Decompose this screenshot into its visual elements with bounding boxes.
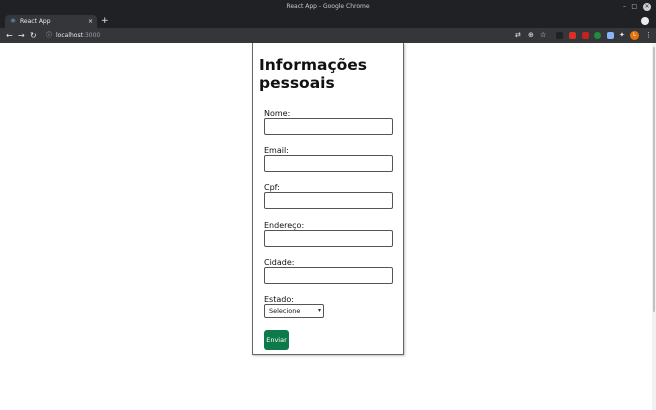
close-window-button[interactable]: × — [642, 0, 652, 14]
page-viewport: Informações pessoais Nome: Email: Cpf: E… — [0, 43, 656, 410]
minimize-button[interactable]: – — [623, 0, 626, 14]
bookmark-star-icon[interactable]: ☆ — [540, 28, 546, 43]
extension-dark-red-icon[interactable] — [582, 32, 589, 39]
tab-strip: ⚛ React App × + — [0, 14, 656, 28]
cpf-input[interactable] — [264, 192, 393, 209]
chrome-profile-dot-icon[interactable] — [641, 17, 649, 25]
city-input[interactable] — [264, 267, 393, 284]
state-select[interactable]: Selecione ▾ — [264, 304, 324, 318]
tab-title: React App — [20, 18, 51, 25]
reload-button[interactable]: ↻ — [30, 28, 37, 43]
chevron-down-icon: ▾ — [317, 307, 321, 314]
site-info-icon[interactable]: ⓘ — [46, 30, 52, 41]
back-button[interactable]: ← — [6, 28, 13, 43]
profile-avatar[interactable]: L — [630, 31, 639, 40]
scrollbar-thumb[interactable] — [653, 47, 655, 312]
maximize-button[interactable]: □ — [631, 0, 637, 14]
extension-icon[interactable] — [556, 32, 563, 39]
react-favicon-icon: ⚛ — [10, 17, 17, 25]
window-titlebar: React App - Google Chrome — [0, 0, 656, 14]
submit-button[interactable]: Enviar — [264, 330, 289, 350]
url-text: localhost:3000 — [56, 30, 100, 41]
form-heading: Informações pessoais — [259, 56, 368, 92]
state-selected-value: Selecione — [269, 307, 301, 315]
tab-close-icon[interactable]: × — [88, 15, 93, 28]
new-tab-button[interactable]: + — [101, 14, 109, 28]
extension-blue-icon[interactable] — [607, 32, 614, 39]
name-input[interactable] — [264, 118, 393, 135]
window-title: React App - Google Chrome — [286, 3, 370, 10]
extension-green-icon[interactable] — [594, 32, 601, 39]
url-port: :3000 — [82, 32, 101, 39]
close-icon: × — [643, 3, 651, 11]
personal-info-form: Informações pessoais Nome: Email: Cpf: E… — [252, 43, 404, 355]
page-scrollbar[interactable] — [652, 43, 656, 410]
extensions-puzzle-icon[interactable]: ✦ — [619, 28, 625, 43]
address-bar[interactable]: ⓘ localhost:3000 — [41, 30, 511, 41]
url-host: localhost — [56, 32, 83, 39]
email-input[interactable] — [264, 155, 393, 172]
browser-toolbar: ← → ↻ ⓘ localhost:3000 ⇄ ⊕ ☆ ✦ L ⋮ — [0, 28, 656, 43]
extension-red-icon[interactable] — [569, 32, 576, 39]
translate-icon[interactable]: ⇄ — [515, 28, 521, 43]
forward-button[interactable]: → — [18, 28, 25, 43]
address-input[interactable] — [264, 230, 393, 247]
zoom-icon[interactable]: ⊕ — [528, 28, 534, 43]
tab-react-app[interactable]: ⚛ React App × — [5, 15, 97, 28]
chrome-menu-icon[interactable]: ⋮ — [645, 28, 652, 43]
